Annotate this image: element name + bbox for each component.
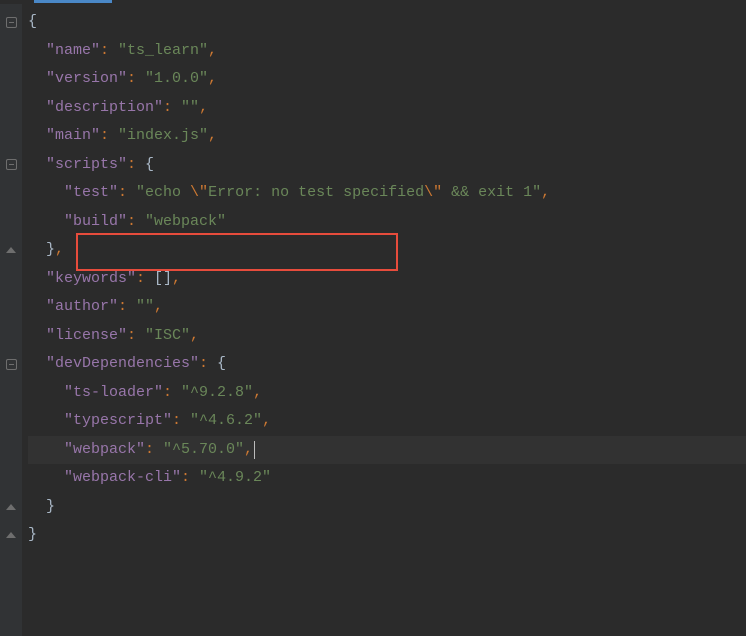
json-key: "devDependencies" xyxy=(46,350,199,379)
code-line[interactable]: "ts-loader": "^9.2.8", xyxy=(28,379,746,408)
json-value: "^9.2.8" xyxy=(181,379,253,408)
active-tab-indicator xyxy=(34,0,112,3)
code-line[interactable]: } xyxy=(28,521,746,550)
code-line[interactable]: "keywords": [], xyxy=(28,265,746,294)
code-line[interactable]: "main": "index.js", xyxy=(28,122,746,151)
json-value: "^4.6.2" xyxy=(190,407,262,436)
json-key: "license" xyxy=(46,322,127,351)
fold-toggle-icon[interactable] xyxy=(6,359,17,370)
code-line[interactable]: "version": "1.0.0", xyxy=(28,65,746,94)
json-value: "^4.9.2" xyxy=(199,464,271,493)
code-line-build[interactable]: "build": "webpack" xyxy=(28,208,746,237)
code-line[interactable]: "test": "echo \"Error: no test specified… xyxy=(28,179,746,208)
code-line[interactable]: "typescript": "^4.6.2", xyxy=(28,407,746,436)
fold-up-icon[interactable] xyxy=(6,532,16,538)
json-key: "scripts" xyxy=(46,151,127,180)
json-value: "webpack" xyxy=(145,208,226,237)
json-key: "webpack-cli" xyxy=(64,464,181,493)
code-area[interactable]: { "name": "ts_learn", "version": "1.0.0"… xyxy=(22,4,746,636)
code-editor[interactable]: { "name": "ts_learn", "version": "1.0.0"… xyxy=(0,0,746,636)
close-brace: } xyxy=(28,521,37,550)
code-line[interactable]: "license": "ISC", xyxy=(28,322,746,351)
code-line[interactable]: "scripts": { xyxy=(28,151,746,180)
code-line[interactable]: }, xyxy=(28,236,746,265)
json-key: "description" xyxy=(46,94,163,123)
fold-toggle-icon[interactable] xyxy=(6,159,17,170)
code-line[interactable]: "author": "", xyxy=(28,293,746,322)
gutter xyxy=(0,4,22,636)
fold-up-icon[interactable] xyxy=(6,504,16,510)
json-value: "" xyxy=(181,94,199,123)
json-value: "index.js" xyxy=(118,122,208,151)
json-key: "typescript" xyxy=(64,407,172,436)
json-value: [] xyxy=(154,265,172,294)
json-key: "keywords" xyxy=(46,265,136,294)
json-value: "" xyxy=(136,293,154,322)
json-key: "test" xyxy=(64,179,118,208)
fold-toggle-icon[interactable] xyxy=(6,17,17,28)
json-value: "ISC" xyxy=(145,322,190,351)
json-value: "1.0.0" xyxy=(145,65,208,94)
code-line[interactable]: "name": "ts_learn", xyxy=(28,37,746,66)
json-key: "ts-loader" xyxy=(64,379,163,408)
json-key: "name" xyxy=(46,37,100,66)
json-key: "author" xyxy=(46,293,118,322)
code-line[interactable]: { xyxy=(28,8,746,37)
json-key: "webpack" xyxy=(64,436,145,465)
code-line[interactable]: "webpack-cli": "^4.9.2" xyxy=(28,464,746,493)
json-key: "build" xyxy=(64,208,127,237)
open-brace: { xyxy=(28,8,37,37)
code-line-cursor[interactable]: "webpack": "^5.70.0", xyxy=(28,436,746,465)
json-value: "^5.70.0" xyxy=(163,436,244,465)
fold-up-icon[interactable] xyxy=(6,247,16,253)
code-line[interactable]: "devDependencies": { xyxy=(28,350,746,379)
json-key: "version" xyxy=(46,65,127,94)
code-line[interactable]: "description": "", xyxy=(28,94,746,123)
code-line[interactable]: } xyxy=(28,493,746,522)
json-key: "main" xyxy=(46,122,100,151)
json-value: "ts_learn" xyxy=(118,37,208,66)
text-cursor xyxy=(254,441,255,459)
